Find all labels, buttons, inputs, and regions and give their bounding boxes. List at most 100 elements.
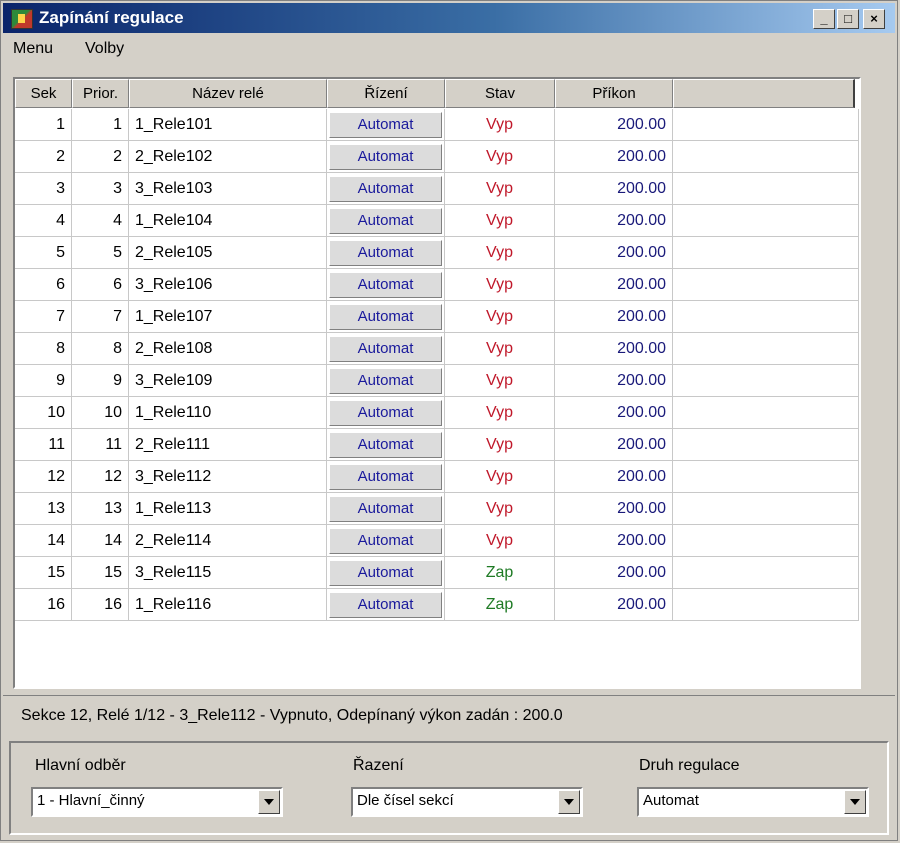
cell-rizeni: Automat bbox=[327, 397, 445, 429]
cell-prikon: 200.00 bbox=[555, 557, 673, 589]
title-bar[interactable]: Zapínání regulace _ □ × bbox=[3, 3, 895, 33]
table-row[interactable]: 2 2 2_Rele102 Automat Vyp 200.00 bbox=[15, 141, 859, 173]
cell-empty bbox=[673, 333, 859, 365]
cell-empty bbox=[673, 589, 859, 621]
rizeni-button[interactable]: Automat bbox=[329, 432, 442, 458]
column-header-prior[interactable]: Prior. bbox=[72, 79, 129, 108]
cell-rizeni: Automat bbox=[327, 269, 445, 301]
cell-sek: 6 bbox=[15, 269, 72, 301]
cell-relay-name: 3_Rele103 bbox=[129, 173, 327, 205]
cell-stav: Vyp bbox=[445, 301, 555, 333]
cell-stav: Vyp bbox=[445, 205, 555, 237]
table-row[interactable]: 13 13 1_Rele113 Automat Vyp 200.00 bbox=[15, 493, 859, 525]
cell-prikon: 200.00 bbox=[555, 301, 673, 333]
cell-stav: Vyp bbox=[445, 173, 555, 205]
cell-rizeni: Automat bbox=[327, 205, 445, 237]
column-header-rizeni[interactable]: Řízení bbox=[327, 79, 445, 108]
druh-regulace-value: Automat bbox=[643, 792, 699, 809]
cell-prikon: 200.00 bbox=[555, 173, 673, 205]
cell-empty bbox=[673, 141, 859, 173]
cell-empty bbox=[673, 461, 859, 493]
cell-empty bbox=[673, 397, 859, 429]
table-row[interactable]: 3 3 3_Rele103 Automat Vyp 200.00 bbox=[15, 173, 859, 205]
cell-relay-name: 3_Rele106 bbox=[129, 269, 327, 301]
razeni-value: Dle čísel sekcí bbox=[357, 792, 454, 809]
cell-empty bbox=[673, 109, 859, 141]
minimize-button[interactable]: _ bbox=[813, 9, 835, 29]
table-row[interactable]: 10 10 1_Rele110 Automat Vyp 200.00 bbox=[15, 397, 859, 429]
druh-regulace-label: Druh regulace bbox=[639, 757, 740, 774]
cell-prior: 6 bbox=[72, 269, 129, 301]
cell-empty bbox=[673, 493, 859, 525]
rizeni-button[interactable]: Automat bbox=[329, 112, 442, 138]
rizeni-button[interactable]: Automat bbox=[329, 144, 442, 170]
table-row[interactable]: 15 15 3_Rele115 Automat Zap 200.00 bbox=[15, 557, 859, 589]
rizeni-button[interactable]: Automat bbox=[329, 400, 442, 426]
cell-prior: 15 bbox=[72, 557, 129, 589]
table-row[interactable]: 4 4 1_Rele104 Automat Vyp 200.00 bbox=[15, 205, 859, 237]
cell-sek: 16 bbox=[15, 589, 72, 621]
cell-empty bbox=[673, 301, 859, 333]
table-row[interactable]: 7 7 1_Rele107 Automat Vyp 200.00 bbox=[15, 301, 859, 333]
table-row[interactable]: 9 9 3_Rele109 Automat Vyp 200.00 bbox=[15, 365, 859, 397]
rizeni-button[interactable]: Automat bbox=[329, 304, 442, 330]
table-row[interactable]: 16 16 1_Rele116 Automat Zap 200.00 bbox=[15, 589, 859, 621]
rizeni-button[interactable]: Automat bbox=[329, 464, 442, 490]
rizeni-button[interactable]: Automat bbox=[329, 336, 442, 362]
razeni-select[interactable]: Dle čísel sekcí bbox=[351, 787, 583, 817]
cell-prikon: 200.00 bbox=[555, 237, 673, 269]
maximize-button[interactable]: □ bbox=[837, 9, 859, 29]
druh-regulace-select[interactable]: Automat bbox=[637, 787, 869, 817]
rizeni-button[interactable]: Automat bbox=[329, 496, 442, 522]
rizeni-button[interactable]: Automat bbox=[329, 240, 442, 266]
rizeni-button[interactable]: Automat bbox=[329, 208, 442, 234]
cell-relay-name: 2_Rele111 bbox=[129, 429, 327, 461]
table-row[interactable]: 11 11 2_Rele111 Automat Vyp 200.00 bbox=[15, 429, 859, 461]
column-header-prikon[interactable]: Příkon bbox=[555, 79, 673, 108]
cell-stav: Vyp bbox=[445, 397, 555, 429]
chevron-down-icon[interactable] bbox=[558, 790, 580, 814]
cell-prikon: 200.00 bbox=[555, 109, 673, 141]
hlavni-odber-label: Hlavní odběr bbox=[35, 757, 126, 774]
column-header-sek[interactable]: Sek bbox=[15, 79, 72, 108]
app-window: Zapínání regulace _ □ × Menu Volby Sek P… bbox=[0, 0, 898, 841]
hlavni-odber-select[interactable]: 1 - Hlavní_činný bbox=[31, 787, 283, 817]
table-row[interactable]: 1 1 1_Rele101 Automat Vyp 200.00 bbox=[15, 109, 859, 141]
column-header-stav[interactable]: Stav bbox=[445, 79, 555, 108]
menu-item-volby[interactable]: Volby bbox=[85, 40, 124, 58]
cell-empty bbox=[673, 205, 859, 237]
rizeni-button[interactable]: Automat bbox=[329, 528, 442, 554]
cell-stav: Vyp bbox=[445, 269, 555, 301]
cell-sek: 5 bbox=[15, 237, 72, 269]
table-row[interactable]: 14 14 2_Rele114 Automat Vyp 200.00 bbox=[15, 525, 859, 557]
rizeni-button[interactable]: Automat bbox=[329, 176, 442, 202]
cell-empty bbox=[673, 365, 859, 397]
cell-prior: 13 bbox=[72, 493, 129, 525]
cell-rizeni: Automat bbox=[327, 429, 445, 461]
menu-item-menu[interactable]: Menu bbox=[13, 40, 53, 58]
table-row[interactable]: 5 5 2_Rele105 Automat Vyp 200.00 bbox=[15, 237, 859, 269]
cell-prikon: 200.00 bbox=[555, 461, 673, 493]
table-row[interactable]: 8 8 2_Rele108 Automat Vyp 200.00 bbox=[15, 333, 859, 365]
cell-prikon: 200.00 bbox=[555, 525, 673, 557]
cell-stav: Vyp bbox=[445, 365, 555, 397]
chevron-down-icon[interactable] bbox=[844, 790, 866, 814]
rizeni-button[interactable]: Automat bbox=[329, 272, 442, 298]
column-header-nazev[interactable]: Název relé bbox=[129, 79, 327, 108]
cell-rizeni: Automat bbox=[327, 525, 445, 557]
cell-relay-name: 1_Rele110 bbox=[129, 397, 327, 429]
close-button[interactable]: × bbox=[863, 9, 885, 29]
rizeni-button[interactable]: Automat bbox=[329, 560, 442, 586]
table-row[interactable]: 6 6 3_Rele106 Automat Vyp 200.00 bbox=[15, 269, 859, 301]
cell-sek: 11 bbox=[15, 429, 72, 461]
cell-sek: 3 bbox=[15, 173, 72, 205]
cell-relay-name: 2_Rele102 bbox=[129, 141, 327, 173]
chevron-down-icon[interactable] bbox=[258, 790, 280, 814]
rizeni-button[interactable]: Automat bbox=[329, 592, 442, 618]
rizeni-button[interactable]: Automat bbox=[329, 368, 442, 394]
cell-prior: 1 bbox=[72, 109, 129, 141]
cell-rizeni: Automat bbox=[327, 173, 445, 205]
cell-prior: 2 bbox=[72, 141, 129, 173]
cell-relay-name: 3_Rele112 bbox=[129, 461, 327, 493]
table-row[interactable]: 12 12 3_Rele112 Automat Vyp 200.00 bbox=[15, 461, 859, 493]
